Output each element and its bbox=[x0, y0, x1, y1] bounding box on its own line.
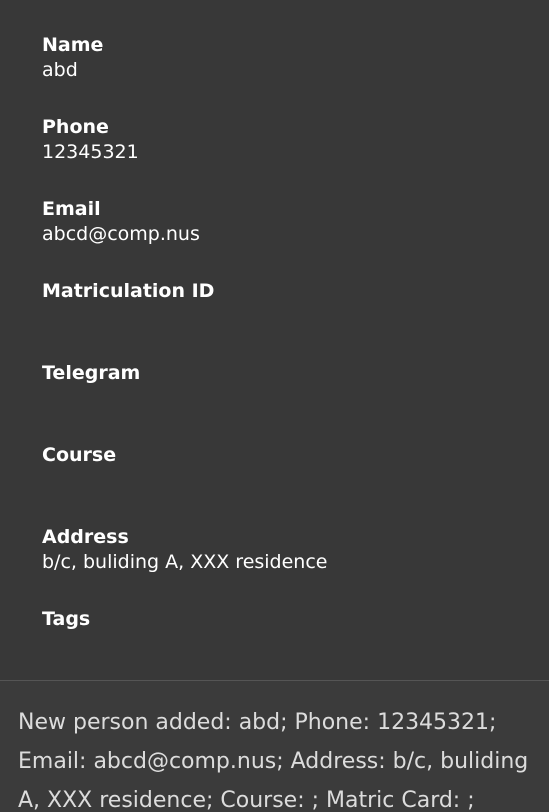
field-value-email: abcd@comp.nus bbox=[42, 223, 200, 245]
field-label-email: Email bbox=[42, 198, 101, 220]
field-value-matriculation-id bbox=[42, 303, 532, 329]
field-value-tags bbox=[42, 631, 532, 657]
result-message: New person added: abd; Phone: 12345321; … bbox=[18, 710, 536, 812]
field-value-name: abd bbox=[42, 59, 78, 81]
result-display[interactable]: New person added: abd; Phone: 12345321; … bbox=[0, 681, 549, 812]
field-value-telegram bbox=[42, 385, 532, 411]
field-phone: Phone 12345321 bbox=[42, 115, 532, 165]
field-label-tags: Tags bbox=[42, 608, 91, 630]
field-label-phone: Phone bbox=[42, 116, 109, 138]
field-address: Address b/c, buliding A, XXX residence bbox=[42, 525, 532, 575]
field-label-matriculation-id: Matriculation ID bbox=[42, 280, 215, 302]
field-course: Course bbox=[42, 443, 532, 493]
field-value-address: b/c, buliding A, XXX residence bbox=[42, 551, 328, 573]
field-label-telegram: Telegram bbox=[42, 362, 141, 384]
field-email: Email abcd@comp.nus bbox=[42, 197, 532, 247]
field-matriculation-id: Matriculation ID bbox=[42, 279, 532, 329]
app-window: Name abd Phone 12345321 Email abcd@comp.… bbox=[0, 0, 549, 812]
field-value-course bbox=[42, 467, 532, 493]
field-value-phone: 12345321 bbox=[42, 141, 139, 163]
field-telegram: Telegram bbox=[42, 361, 532, 411]
field-label-name: Name bbox=[42, 34, 104, 56]
person-details-panel: Name abd Phone 12345321 Email abcd@comp.… bbox=[0, 0, 549, 680]
field-name: Name abd bbox=[42, 33, 532, 83]
field-label-address: Address bbox=[42, 526, 129, 548]
field-label-course: Course bbox=[42, 444, 117, 466]
field-tags: Tags bbox=[42, 607, 532, 657]
